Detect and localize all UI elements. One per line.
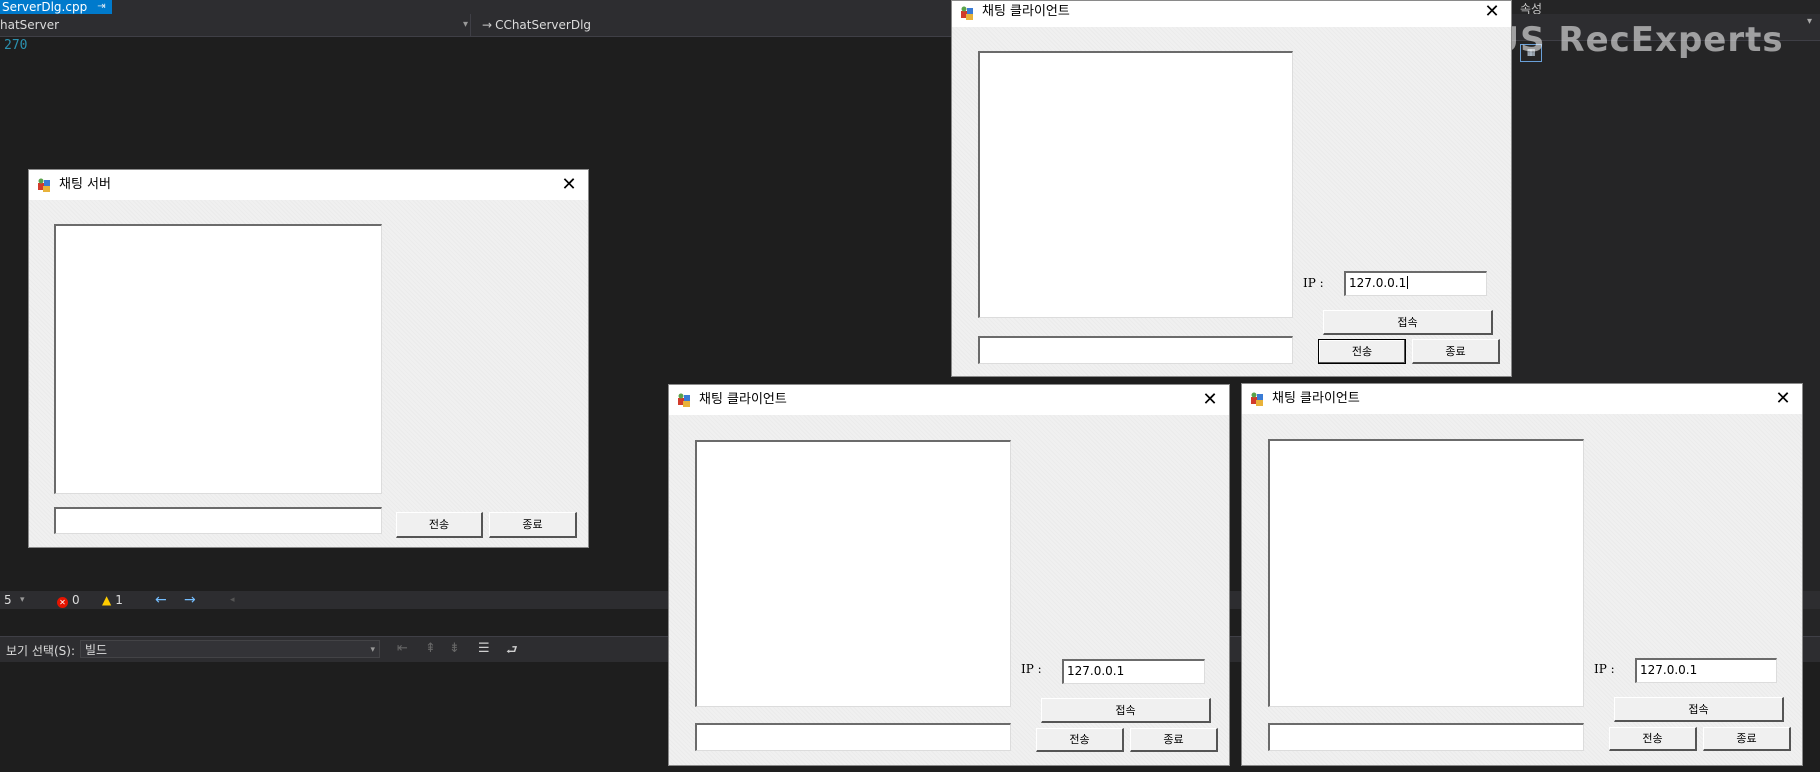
close-icon[interactable]: ✕ (1473, 1, 1511, 27)
scroll-left-icon[interactable]: ◂ (230, 592, 235, 608)
output-source-label: 보기 선택(S): (6, 644, 75, 658)
mfc-app-icon (678, 393, 690, 407)
ip-address-input[interactable]: 127.0.0.1 (1062, 659, 1205, 684)
ip-address-input[interactable]: 127.0.0.1 (1344, 271, 1487, 296)
ip-address-value: 127.0.0.1 (1640, 663, 1698, 677)
nav-scope-combo[interactable]: hatServer (0, 14, 471, 36)
error-icon: ✕ (57, 597, 68, 608)
warnings-count: 1 (115, 593, 123, 607)
arrow-right-icon[interactable]: → (184, 592, 196, 608)
close-icon[interactable]: ✕ (1764, 384, 1802, 414)
exit-button[interactable]: 종료 (1703, 727, 1791, 751)
close-icon[interactable]: ✕ (1191, 385, 1229, 415)
window-title: 채팅 클라이언트 (1272, 391, 1360, 406)
exit-button[interactable]: 종료 (1412, 339, 1500, 364)
ip-address-value: 127.0.0.1 (1067, 664, 1125, 678)
exit-button[interactable]: 종료 (1130, 728, 1218, 752)
output-source-value: 빌드 (85, 643, 108, 657)
ip-address-input[interactable]: 127.0.0.1 (1635, 658, 1777, 683)
warnings-filter[interactable]: ▲ 1 (102, 592, 123, 608)
mfc-app-icon (961, 6, 973, 20)
chat-log-listbox[interactable] (695, 440, 1011, 707)
chevron-down-icon: ▾ (1806, 16, 1812, 27)
clear-all-icon[interactable]: ☰ (478, 641, 490, 656)
mfc-app-icon (1251, 392, 1263, 406)
chat-client-dialog-right: 채팅 클라이언트 ✕ IP : 127.0.0.1 접속 전송 종료 (1241, 383, 1803, 766)
ip-label: IP : (1303, 276, 1324, 290)
scope-value[interactable]: 5 (4, 592, 12, 608)
editor-tab-serverdlg[interactable]: ServerDlg.cpp ⇥ (0, 0, 112, 14)
close-icon[interactable]: ✕ (550, 170, 588, 200)
message-input[interactable] (1268, 723, 1584, 751)
send-button[interactable]: 전송 (1609, 727, 1697, 751)
window-title: 채팅 서버 (59, 177, 111, 192)
chat-log-listbox[interactable] (978, 51, 1293, 318)
message-input[interactable] (54, 507, 382, 534)
title-bar[interactable]: 채팅 클라이언트 ✕ (952, 1, 1511, 27)
title-bar[interactable]: 채팅 서버 ✕ (29, 170, 588, 200)
dialog-client: IP : 127.0.0.1 접속 전송 종료 (952, 27, 1511, 376)
window-title: 채팅 클라이언트 (982, 4, 1070, 19)
text-caret (1407, 276, 1409, 289)
connect-button[interactable]: 접속 (1041, 698, 1211, 723)
chevron-down-icon[interactable]: ▾ (20, 592, 25, 608)
ip-label: IP : (1021, 662, 1042, 676)
find-message-icon[interactable]: ⇤ (397, 641, 408, 656)
output-source-combo[interactable]: 빌드 ▾ (80, 640, 380, 658)
nav-member-label: CChatServerDlg (495, 18, 592, 32)
title-bar[interactable]: 채팅 클라이언트 ✕ (669, 385, 1229, 415)
pin-icon[interactable]: ⇥ (97, 0, 105, 14)
ip-address-value: 127.0.0.1 (1349, 276, 1407, 290)
dialog-client: 전송 종료 (29, 200, 588, 547)
errors-filter[interactable]: ✕ 0 (57, 592, 80, 608)
arrow-right-icon: → (482, 18, 493, 32)
chat-log-listbox[interactable] (1268, 439, 1584, 707)
ip-label: IP : (1594, 662, 1615, 676)
send-button[interactable]: 전송 (1036, 728, 1124, 752)
chevron-down-icon: ▾ (370, 645, 375, 655)
dialog-client: IP : 127.0.0.1 접속 전송 종료 (1242, 414, 1802, 765)
nav-member-combo[interactable]: → CChatServerDlg (482, 14, 591, 36)
chat-client-dialog-top: 채팅 클라이언트 ✕ IP : 127.0.0.1 접속 전송 종료 (951, 0, 1512, 377)
chat-client-dialog-left: 채팅 클라이언트 ✕ IP : 127.0.0.1 접속 전송 종료 (668, 384, 1230, 766)
line-number: 270 (4, 38, 28, 53)
chat-log-listbox[interactable] (54, 224, 382, 494)
title-bar[interactable]: 채팅 클라이언트 ✕ (1242, 384, 1802, 414)
send-button[interactable]: 전송 (1318, 339, 1406, 364)
message-input[interactable] (695, 723, 1011, 751)
chat-server-dialog: 채팅 서버 ✕ 전송 종료 (28, 169, 589, 548)
dialog-client: IP : 127.0.0.1 접속 전송 종료 (669, 415, 1229, 765)
connect-button[interactable]: 접속 (1614, 697, 1784, 722)
mfc-app-icon (38, 178, 50, 192)
warning-icon: ▲ (102, 593, 112, 607)
connect-button[interactable]: 접속 (1323, 310, 1493, 335)
next-message-icon[interactable]: ⇟ (449, 641, 460, 656)
window-title: 채팅 클라이언트 (699, 392, 787, 407)
nav-scope-label: hatServer (0, 18, 60, 32)
word-wrap-icon[interactable]: ⮐ (506, 641, 518, 663)
prev-message-icon[interactable]: ⇞ (425, 641, 436, 656)
send-button[interactable]: 전송 (396, 512, 483, 538)
errors-count: 0 (72, 593, 80, 607)
chevron-down-icon[interactable]: ▾ (463, 14, 468, 36)
navigation-bar: hatServer ▾ → CChatServerDlg (0, 14, 955, 37)
arrow-left-icon[interactable]: ← (155, 592, 167, 608)
message-input[interactable] (978, 336, 1293, 364)
exit-button[interactable]: 종료 (489, 512, 577, 538)
editor-tab-label: ServerDlg.cpp (2, 0, 88, 14)
